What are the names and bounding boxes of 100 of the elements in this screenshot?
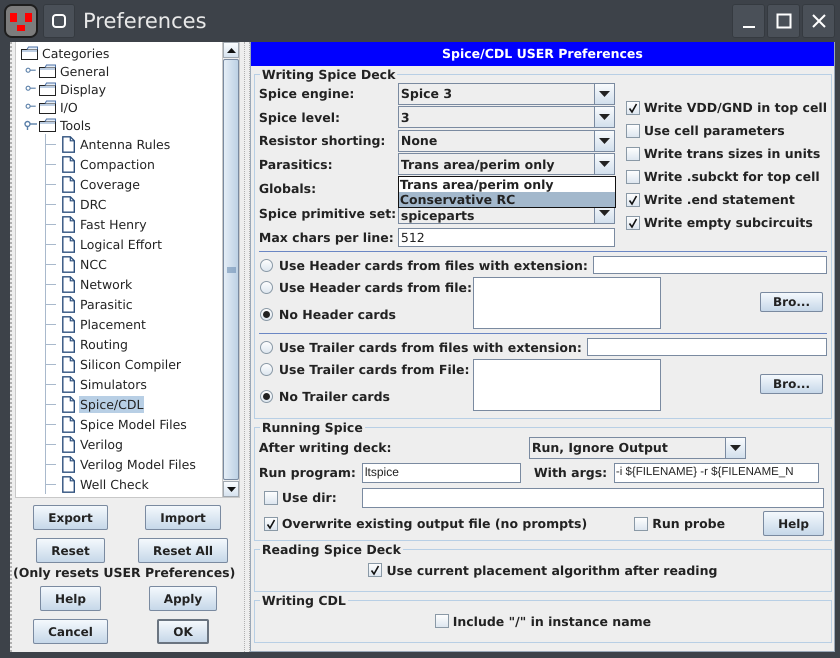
- file-text-area[interactable]: [472, 277, 661, 330]
- caret-icon: [598, 210, 610, 216]
- input-field[interactable]: [586, 338, 827, 356]
- checkbox[interactable]: [626, 146, 640, 160]
- input-field[interactable]: [362, 488, 824, 508]
- checkbox-label: Write VDD/GND in top cell: [644, 100, 827, 115]
- expander-icon[interactable]: [24, 67, 37, 75]
- caret-icon: [598, 138, 610, 144]
- browse-button[interactable]: Bro...: [760, 374, 823, 394]
- scroll-down-button[interactable]: [223, 481, 239, 497]
- dialog-button[interactable]: Export: [33, 505, 108, 530]
- scroll-up-button[interactable]: [223, 42, 239, 58]
- caret-icon: [598, 114, 610, 120]
- document-icon: [62, 156, 75, 172]
- tree-item[interactable]: Spice Model Files: [79, 416, 188, 432]
- dropdown[interactable]: Spice 3: [398, 82, 615, 104]
- input-field[interactable]: -i ${FILENAME} -r ${FILENAME_N: [614, 462, 819, 483]
- checkbox[interactable]: [626, 170, 640, 184]
- dialog-button[interactable]: Help: [40, 586, 101, 611]
- dialog-button[interactable]: Apply: [148, 586, 218, 611]
- document-icon: [62, 256, 75, 272]
- tree-item[interactable]: Network: [79, 276, 134, 292]
- radio-label: Use Trailer cards from files with extension:: [278, 340, 582, 355]
- checkbox[interactable]: [626, 124, 640, 138]
- maximize-button[interactable]: [767, 4, 800, 38]
- input-field[interactable]: [592, 256, 827, 274]
- checkbox[interactable]: [634, 516, 648, 531]
- tree-item[interactable]: Verilog: [79, 436, 124, 452]
- document-icon: [62, 436, 75, 452]
- scrollbar-thumb[interactable]: [223, 59, 239, 480]
- dialog-button[interactable]: Reset All: [138, 538, 228, 563]
- tree-item[interactable]: Routing: [79, 336, 129, 352]
- file-text-area[interactable]: [472, 359, 661, 412]
- expander-icon[interactable]: [24, 85, 37, 93]
- minimize-button[interactable]: [732, 4, 765, 38]
- dropdown-option[interactable]: Trans area/perim only: [398, 177, 615, 192]
- tree-item[interactable]: I/O: [59, 98, 79, 116]
- dialog-button[interactable]: Import: [145, 505, 221, 530]
- dialog-button[interactable]: OK: [157, 619, 209, 644]
- tree-item[interactable]: NCC: [79, 256, 108, 272]
- dropdown[interactable]: None: [398, 130, 615, 152]
- window-menu-button[interactable]: [43, 4, 75, 38]
- dropdown[interactable]: 3: [398, 106, 615, 128]
- radio-button[interactable]: [260, 308, 273, 321]
- checkbox[interactable]: [264, 490, 278, 505]
- tree-item[interactable]: Well Check: [79, 476, 150, 492]
- tree-item[interactable]: Silicon Compiler: [79, 356, 182, 372]
- document-icon: [62, 136, 75, 152]
- dialog-button[interactable]: Reset: [36, 538, 105, 563]
- folder-icon: [39, 118, 56, 132]
- tree-item[interactable]: DRC: [79, 196, 108, 212]
- help-button[interactable]: Help: [763, 511, 824, 536]
- radio-button[interactable]: [260, 280, 273, 294]
- checkbox[interactable]: [626, 100, 640, 114]
- tree-item[interactable]: Spice/CDL: [79, 396, 144, 412]
- tree-item[interactable]: Compaction: [79, 156, 156, 172]
- document-icon: [62, 196, 75, 212]
- expander-icon[interactable]: [24, 103, 37, 111]
- input-field[interactable]: ltspice: [362, 462, 521, 483]
- dropdown[interactable]: Trans area/perim only: [398, 153, 615, 176]
- browse-button[interactable]: Bro...: [760, 292, 823, 312]
- maximize-icon: [776, 13, 792, 29]
- tree-item[interactable]: Antenna Rules: [79, 136, 172, 152]
- tree-item[interactable]: Logical Effort: [79, 236, 163, 252]
- close-button[interactable]: [802, 4, 835, 38]
- radio-button[interactable]: [260, 340, 273, 354]
- checkbox[interactable]: [626, 216, 640, 230]
- caret-icon: [598, 161, 610, 168]
- dropdown[interactable]: Run, Ignore Output: [528, 436, 746, 459]
- radio-button[interactable]: [260, 362, 273, 376]
- radio-button[interactable]: [260, 258, 273, 272]
- expander-icon[interactable]: [24, 120, 37, 130]
- field-label: Resistor shorting:: [258, 133, 386, 148]
- tree-item[interactable]: Placement: [79, 316, 147, 332]
- dialog-button[interactable]: Cancel: [33, 619, 108, 644]
- tree-item[interactable]: General: [59, 62, 110, 80]
- tree-item[interactable]: Tools: [59, 116, 92, 134]
- checkbox[interactable]: [368, 563, 382, 578]
- dropdown-option[interactable]: Conservative RC: [398, 192, 615, 207]
- tree-item[interactable]: Display: [59, 80, 108, 98]
- window-title: Preferences: [83, 9, 207, 33]
- close-icon: [810, 13, 826, 29]
- tree-item[interactable]: Categories: [41, 44, 110, 62]
- field-label: Parasitics:: [258, 156, 334, 172]
- field-label: With args:: [534, 465, 608, 480]
- checkbox[interactable]: [264, 516, 278, 531]
- field-label: Globals:: [258, 181, 318, 196]
- caret-icon: [598, 90, 610, 96]
- tree-item[interactable]: Simulators: [79, 376, 148, 392]
- tree-item[interactable]: Parasitic: [79, 296, 134, 312]
- radio-button[interactable]: [260, 390, 273, 403]
- checkbox[interactable]: [434, 614, 449, 628]
- input-field[interactable]: 512: [398, 228, 615, 247]
- section-title: Running Spice: [260, 420, 364, 436]
- tree-item[interactable]: Coverage: [79, 176, 141, 192]
- section-title: Writing Spice Deck: [260, 67, 396, 82]
- checkbox[interactable]: [626, 192, 640, 206]
- tree-item[interactable]: Fast Henry: [79, 216, 148, 232]
- tree-item[interactable]: Verilog Model Files: [79, 456, 197, 472]
- folder-icon: [39, 64, 56, 78]
